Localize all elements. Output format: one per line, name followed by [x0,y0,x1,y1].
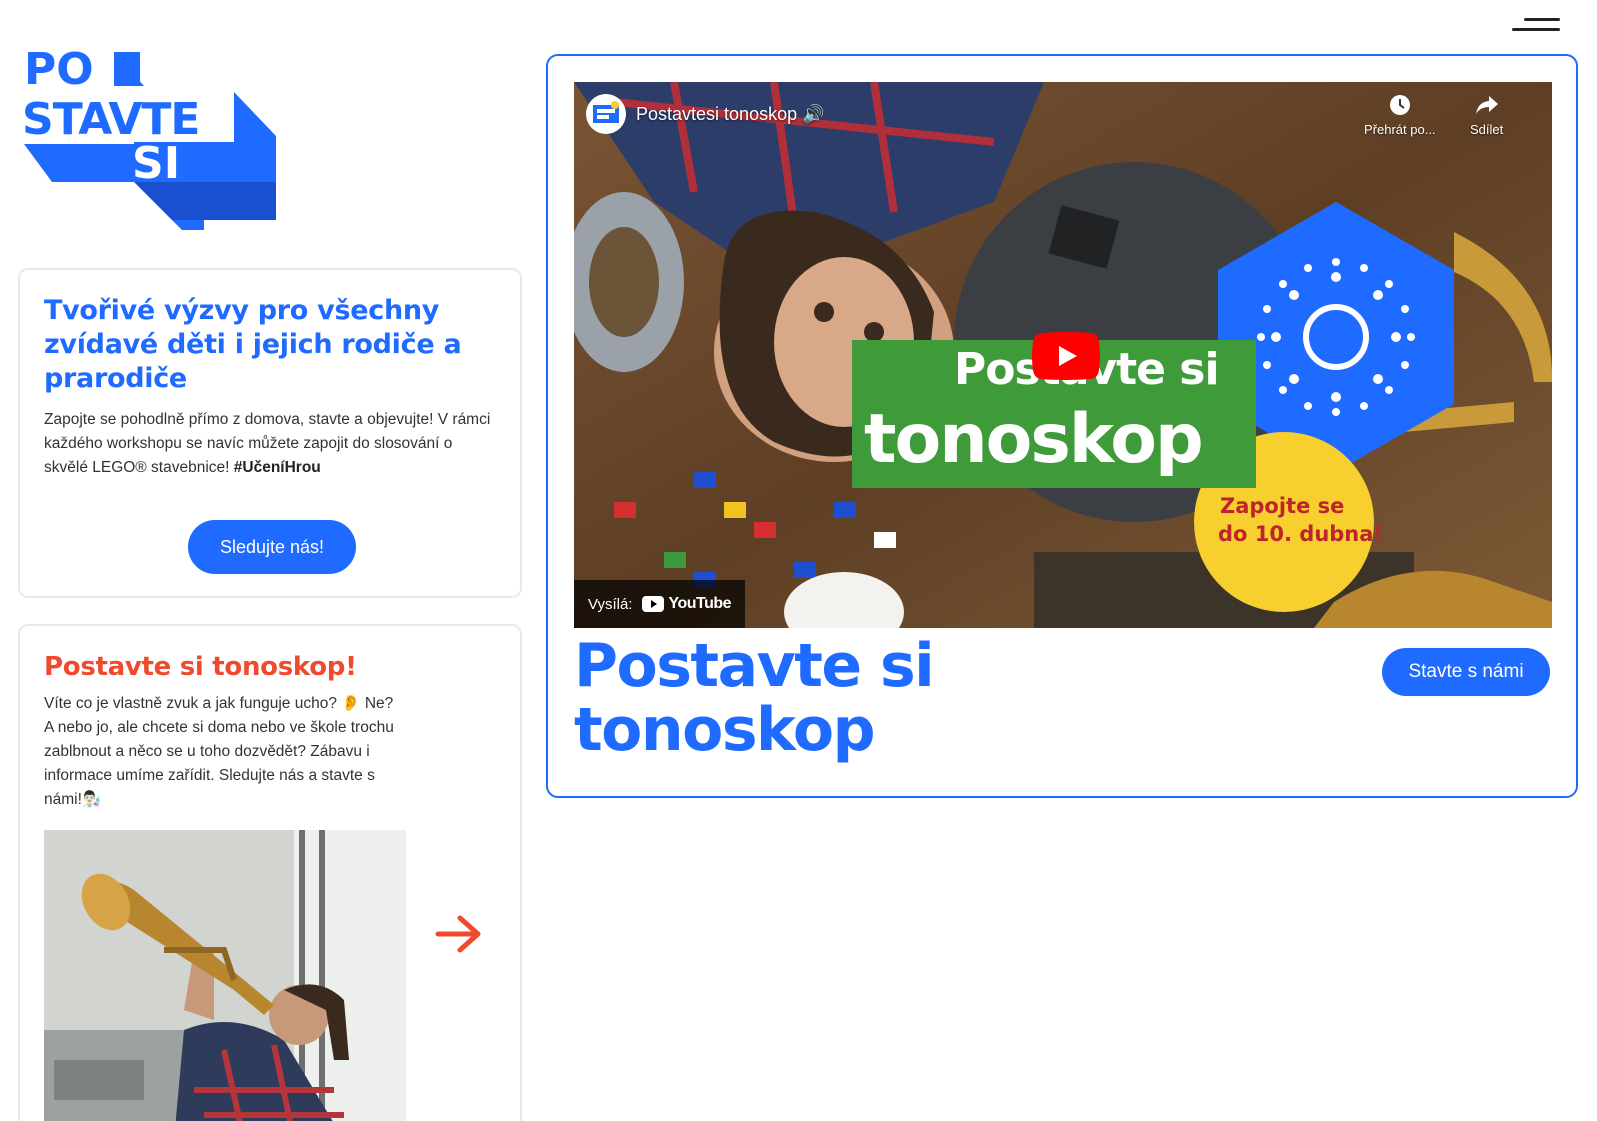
build-with-us-button[interactable]: Stavte s námi [1382,648,1550,696]
share-button[interactable]: Sdílet [1470,94,1503,137]
post-text: Víte co je vlastně zvuk a jak funguje uc… [44,695,394,808]
youtube-label: YouTube [668,595,732,612]
thumb-title-2: tonoskop [864,400,1204,479]
sent-by-label: Vysílá: [588,595,633,613]
intro-title: Tvořivé výzvy pro všechny zvídavé děti i… [44,295,462,394]
youtube-logo[interactable]: YouTube [642,595,732,613]
watch-later-label: Přehrát po... [1364,122,1436,137]
logo-graphic: PO STAVTE SI [22,44,276,230]
sent-by-bar[interactable]: Vysílá: YouTube [574,580,746,628]
video-title[interactable]: Postavtesi tonoskop 🔊 [636,104,825,125]
share-icon [1475,96,1498,114]
follow-button[interactable]: Sledujte nás! [188,520,356,574]
hamburger-icon [1524,18,1560,21]
channel-avatar[interactable] [586,94,626,134]
post-image [44,830,406,1121]
post-title: Postavte si tonoskop! [44,652,357,682]
clock-icon [1389,95,1410,115]
play-icon[interactable] [1032,332,1100,380]
feature-title: Postavte si tonoskop [574,631,935,765]
svg-text:SI: SI [132,138,180,189]
thumb-badge-1: Zapojte se [1220,494,1345,518]
hamburger-icon-line [1512,28,1560,31]
share-label: Sdílet [1470,122,1504,137]
menu-button[interactable] [1510,14,1560,38]
intro-hashtag[interactable]: #UčeníHrou [234,459,321,476]
site-logo[interactable]: PO STAVTE SI [22,44,284,230]
channel-logo-icon [593,101,619,123]
thumb-badge-2: do 10. dubna! [1218,522,1383,546]
arrow-right-icon[interactable] [434,914,484,954]
intro-card: Tvořivé výzvy pro všechny zvídavé děti i… [18,268,522,598]
youtube-icon [642,596,665,612]
watch-later-button[interactable]: Přehrát po... [1364,94,1436,137]
video-player[interactable]: Postavte si tonoskop Zapojte se do 10. d… [574,82,1552,628]
intro-text: Zapojte se pohodlně přímo z domova, stav… [44,408,496,480]
post-card: Postavte si tonoskop! Víte co je vlastně… [18,624,522,1121]
featured-workshop: Postavte si tonoskop Zapojte se do 10. d… [546,54,1578,798]
video-header: Postavtesi tonoskop 🔊 [586,94,825,134]
svg-text:PO: PO [24,44,94,95]
